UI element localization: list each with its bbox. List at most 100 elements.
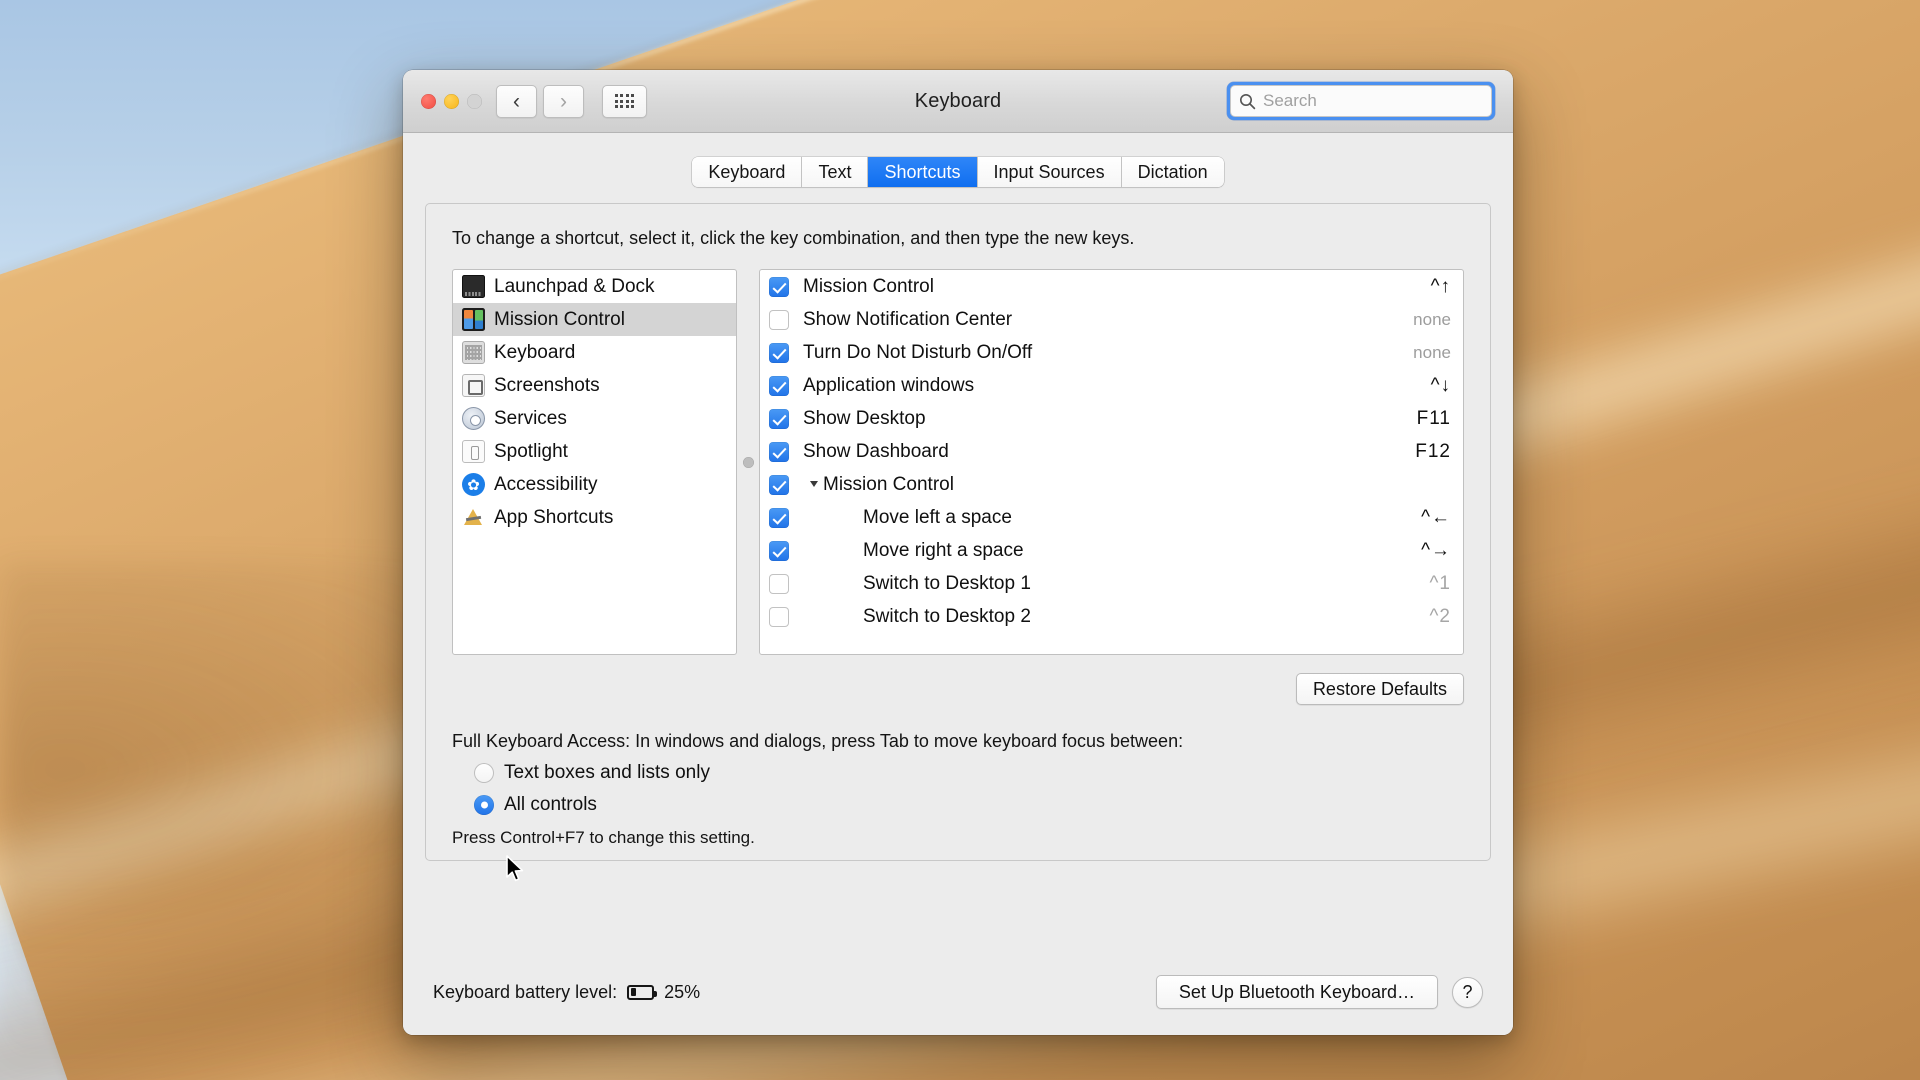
tab-keyboard[interactable]: Keyboard (692, 157, 803, 187)
shortcut-checkbox[interactable] (769, 441, 789, 462)
shortcut-checkbox[interactable] (769, 474, 789, 495)
table-row[interactable]: Turn Do Not Disturb On/Off none (760, 336, 1463, 369)
table-row[interactable]: Show Notification Center none (760, 303, 1463, 336)
battery-label: Keyboard battery level: (433, 981, 618, 1002)
shortcut-key[interactable]: ^→ (1421, 540, 1451, 562)
shortcut-key[interactable]: ^1 (1430, 573, 1451, 595)
shortcut-label: Show Desktop (803, 407, 926, 429)
shortcut-checkbox[interactable] (769, 408, 789, 429)
shortcut-list[interactable]: Mission Control ^↑ Show Notification Cen… (759, 269, 1464, 655)
shortcut-key[interactable]: none (1413, 343, 1451, 363)
split-view-handle-icon[interactable] (742, 456, 754, 468)
tab-bar: Keyboard Text Shortcuts Input Sources Di… (425, 133, 1491, 187)
split-view-divider[interactable] (737, 269, 759, 655)
tab-input-sources[interactable]: Input Sources (977, 157, 1122, 187)
sidebar-item-launchpad-dock[interactable]: Launchpad & Dock (453, 270, 736, 303)
shortcut-checkbox[interactable] (769, 375, 789, 396)
sidebar-item-spotlight[interactable]: Spotlight (453, 435, 736, 468)
shortcut-label: Application windows (803, 374, 975, 396)
table-row[interactable]: Show Desktop F11 (760, 402, 1463, 435)
shortcut-key[interactable]: ^↑ (1431, 276, 1451, 298)
window-titlebar[interactable]: ‹ › Keyboard (403, 70, 1513, 133)
shortcut-panes: Launchpad & Dock Mission Control Keyboar… (452, 269, 1464, 655)
shortcut-checkbox[interactable] (769, 276, 789, 297)
sidebar-item-keyboard[interactable]: Keyboard (453, 336, 736, 369)
table-row[interactable]: Move left a space ^← (760, 501, 1463, 534)
chevron-right-icon: › (560, 89, 567, 113)
mission-control-icon (462, 308, 485, 331)
shortcut-label: Move right a space (863, 539, 1024, 561)
sidebar-item-mission-control[interactable]: Mission Control (453, 303, 736, 336)
radio-option-all-controls[interactable]: All controls (452, 794, 1464, 816)
back-button[interactable]: ‹ (496, 84, 537, 118)
sidebar-item-services[interactable]: Services (453, 402, 736, 435)
window-body: Keyboard Text Shortcuts Input Sources Di… (403, 133, 1513, 949)
tab-dictation[interactable]: Dictation (1121, 157, 1224, 187)
category-label: App Shortcuts (494, 506, 614, 528)
minimize-button-icon[interactable] (444, 93, 459, 109)
shortcut-key[interactable]: F11 (1417, 408, 1451, 430)
sidebar-item-accessibility[interactable]: Accessibility (453, 468, 736, 501)
table-row[interactable]: Mission Control ^↑ (760, 270, 1463, 303)
shortcut-label: Switch to Desktop 2 (863, 605, 1031, 627)
close-button-icon[interactable] (421, 93, 436, 109)
search-focus-ring (1227, 82, 1495, 120)
shortcut-checkbox[interactable] (769, 507, 789, 528)
app-shortcuts-icon (462, 506, 485, 529)
accessibility-icon (462, 473, 485, 496)
shortcut-label: Switch to Desktop 1 (863, 572, 1031, 594)
keyboard-icon (462, 341, 485, 364)
category-label: Mission Control (494, 308, 625, 330)
category-label: Accessibility (494, 473, 598, 495)
radio-option-text-boxes[interactable]: Text boxes and lists only (452, 762, 1464, 784)
instruction-text: To change a shortcut, select it, click t… (452, 228, 1135, 248)
full-keyboard-access-title: Full Keyboard Access: In windows and dia… (452, 731, 1184, 751)
disclosure-triangle-icon[interactable] (810, 480, 818, 487)
battery-percent: 25% (664, 981, 701, 1002)
sidebar-item-screenshots[interactable]: Screenshots (453, 369, 736, 402)
category-label: Services (494, 407, 567, 429)
shortcut-checkbox[interactable] (769, 573, 789, 594)
full-keyboard-access-note: Press Control+F7 to change this setting. (452, 828, 755, 847)
forward-button[interactable]: › (543, 84, 584, 118)
restore-defaults-button[interactable]: Restore Defaults (1295, 673, 1464, 705)
category-label: Screenshots (494, 374, 600, 396)
show-all-button[interactable] (602, 84, 647, 118)
tab-text[interactable]: Text (802, 157, 869, 187)
help-button[interactable]: ? (1452, 976, 1483, 1008)
battery-icon (627, 984, 658, 1000)
shortcut-key[interactable]: ^↓ (1431, 375, 1451, 397)
table-row[interactable]: Move right a space ^→ (760, 534, 1463, 567)
shortcut-checkbox[interactable] (769, 606, 789, 627)
sidebar-item-app-shortcuts[interactable]: App Shortcuts (453, 501, 736, 534)
zoom-button-icon[interactable] (467, 93, 482, 109)
battery-status: Keyboard battery level: 25% (433, 982, 700, 1003)
tab-group: Keyboard Text Shortcuts Input Sources Di… (692, 157, 1224, 187)
category-list[interactable]: Launchpad & Dock Mission Control Keyboar… (452, 269, 737, 655)
tab-shortcuts[interactable]: Shortcuts (868, 157, 978, 187)
bottom-actions: Set Up Bluetooth Keyboard… ? (1155, 975, 1483, 1009)
category-label: Keyboard (494, 341, 576, 363)
table-row[interactable]: Show Dashboard F12 (760, 435, 1463, 468)
shortcut-checkbox[interactable] (769, 540, 789, 561)
radio-button-icon[interactable] (474, 763, 494, 783)
shortcut-key[interactable]: ^← (1421, 507, 1451, 529)
table-row[interactable]: Switch to Desktop 2 ^2 (760, 600, 1463, 633)
table-row-group[interactable]: Mission Control (760, 468, 1463, 501)
shortcut-checkbox[interactable] (769, 342, 789, 363)
search-input[interactable] (1263, 91, 1483, 111)
shortcut-label: Mission Control (803, 275, 934, 297)
screenshots-icon (462, 374, 485, 397)
chevron-left-icon: ‹ (513, 89, 520, 113)
shortcut-checkbox[interactable] (769, 309, 789, 330)
radio-button-icon-selected[interactable] (474, 795, 494, 815)
shortcut-key[interactable]: F12 (1415, 441, 1451, 463)
setup-bluetooth-keyboard-button[interactable]: Set Up Bluetooth Keyboard… (1155, 975, 1438, 1009)
table-row[interactable]: Switch to Desktop 1 ^1 (760, 567, 1463, 600)
search-field[interactable] (1230, 85, 1492, 117)
table-row[interactable]: Application windows ^↓ (760, 369, 1463, 402)
traffic-light-group (421, 93, 482, 109)
shortcut-key[interactable]: ^2 (1430, 606, 1451, 628)
group-label-text: Mission Control (823, 473, 954, 495)
shortcut-key[interactable]: none (1413, 310, 1451, 330)
